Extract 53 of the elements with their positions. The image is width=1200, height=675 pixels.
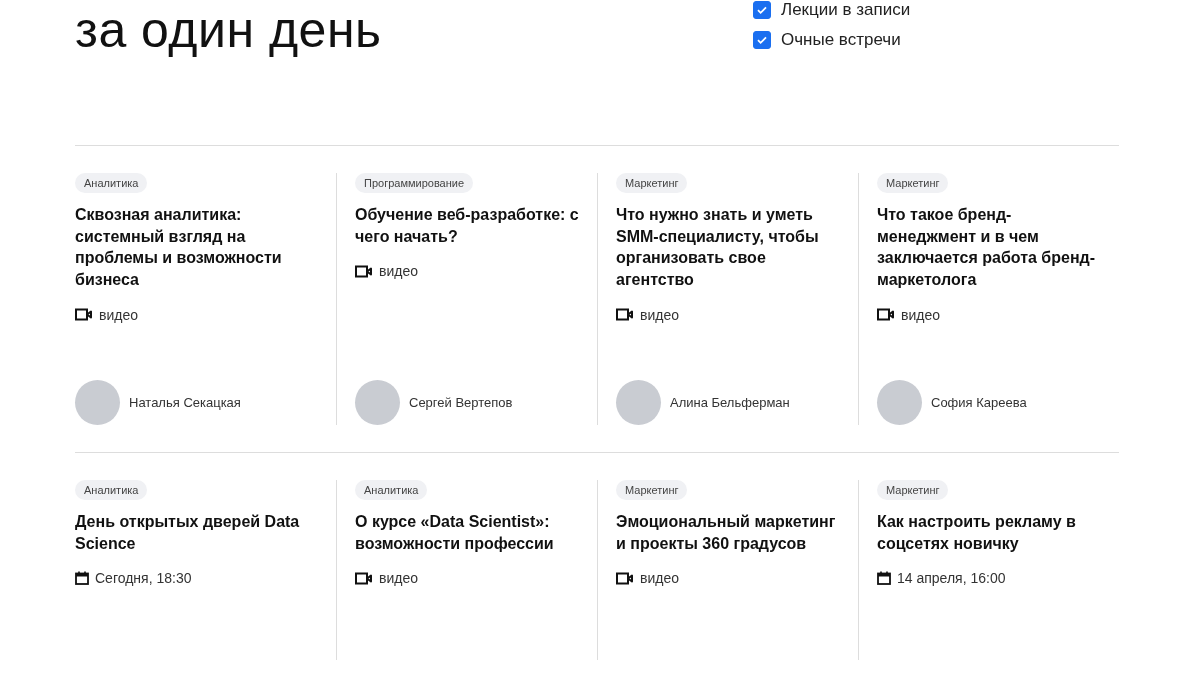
event-format: видео [640, 306, 679, 323]
category-tag: Маркетинг [616, 173, 688, 193]
calendar-icon [75, 571, 89, 586]
page-heading: за один день [75, 1, 383, 60]
event-format: видео [379, 263, 418, 280]
filter-label[interactable]: Лекции в записи [781, 0, 911, 20]
event-title: Сквозная аналитика: системный взгляд на проблемы и возможности бизнеса [75, 205, 283, 291]
category-tag: Маркетинг [877, 173, 949, 193]
checkbox[interactable] [753, 31, 771, 49]
video-camera-icon [616, 571, 634, 585]
event-title: Как настроить рекламу в соцсетях новичку [877, 512, 1077, 554]
event-card[interactable]: Аналитика О курсе «Data Scientist»: возможности профессии видео [336, 480, 597, 660]
checkbox[interactable] [753, 1, 771, 19]
event-title: О курсе «Data Scientist»: возможности профессии [355, 512, 555, 554]
event-format: видео [379, 570, 418, 587]
avatar [355, 380, 400, 425]
event-card[interactable]: Маркетинг Эмоциональный маркетинг и проекты 360 градусов видео [597, 480, 858, 660]
event-title: День открытых дверей Data Science [75, 512, 301, 554]
author-name: Наталья Секацкая [129, 395, 241, 410]
event-format: видео [901, 306, 940, 323]
calendar-icon [877, 571, 891, 586]
event-title: Обучение веб-разработке: с чего начать? [355, 205, 579, 247]
video-camera-icon [75, 308, 93, 322]
video-camera-icon [877, 308, 895, 322]
avatar [616, 380, 661, 425]
category-tag: Аналитика [355, 480, 428, 500]
event-card[interactable]: Маркетинг Как настроить рекламу в соцсетях новичку 14 апреля, 16:00 [858, 480, 1119, 660]
event-title: Что нужно знать и уметь SMM-специалисту, чтобы организовать свое агентство [616, 205, 820, 291]
category-tag: Программирование [355, 173, 474, 193]
event-card[interactable]: Аналитика День открытых дверей Data Science Сегодня, 18:30 [75, 480, 336, 660]
category-tag: Маркетинг [616, 480, 688, 500]
category-tag: Аналитика [75, 173, 148, 193]
video-camera-icon [355, 571, 373, 585]
event-format: Сегодня, 18:30 [95, 570, 192, 587]
event-title: Эмоциональный маркетинг и проекты 360 градусов [616, 512, 837, 554]
event-card[interactable]: Маркетинг Что нужно знать и уметь SMM-специалисту, чтобы организовать свое агентство видео Алина Бельферман [597, 173, 858, 425]
author-name: Алина Бельферман [670, 395, 790, 410]
event-format: видео [99, 306, 138, 323]
avatar [75, 380, 120, 425]
avatar [877, 380, 922, 425]
event-card[interactable]: Программирование Обучение веб-разработке: с чего начать? видео Сергей Вертепов [336, 173, 597, 425]
event-format: 14 апреля, 16:00 [897, 570, 1006, 587]
category-tag: Аналитика [75, 480, 148, 500]
category-tag: Маркетинг [877, 480, 949, 500]
filter-label[interactable]: Очные встречи [781, 30, 901, 50]
event-format: видео [640, 570, 679, 587]
author-name: София Кареева [931, 395, 1027, 410]
event-card[interactable]: Аналитика Сквозная аналитика: системный взгляд на проблемы и возможности бизнеса видео Наталья Секацкая [75, 173, 336, 425]
author-name: Сергей Вертепов [409, 395, 513, 410]
video-camera-icon [616, 308, 634, 322]
video-camera-icon [355, 264, 373, 278]
event-title: Что такое бренд-менеджмент и в чем заключается работа бренд-маркетолога [877, 205, 1097, 291]
event-card[interactable]: Маркетинг Что такое бренд-менеджмент и в чем заключается работа бренд-маркетолога видео София Кареева [858, 173, 1119, 425]
